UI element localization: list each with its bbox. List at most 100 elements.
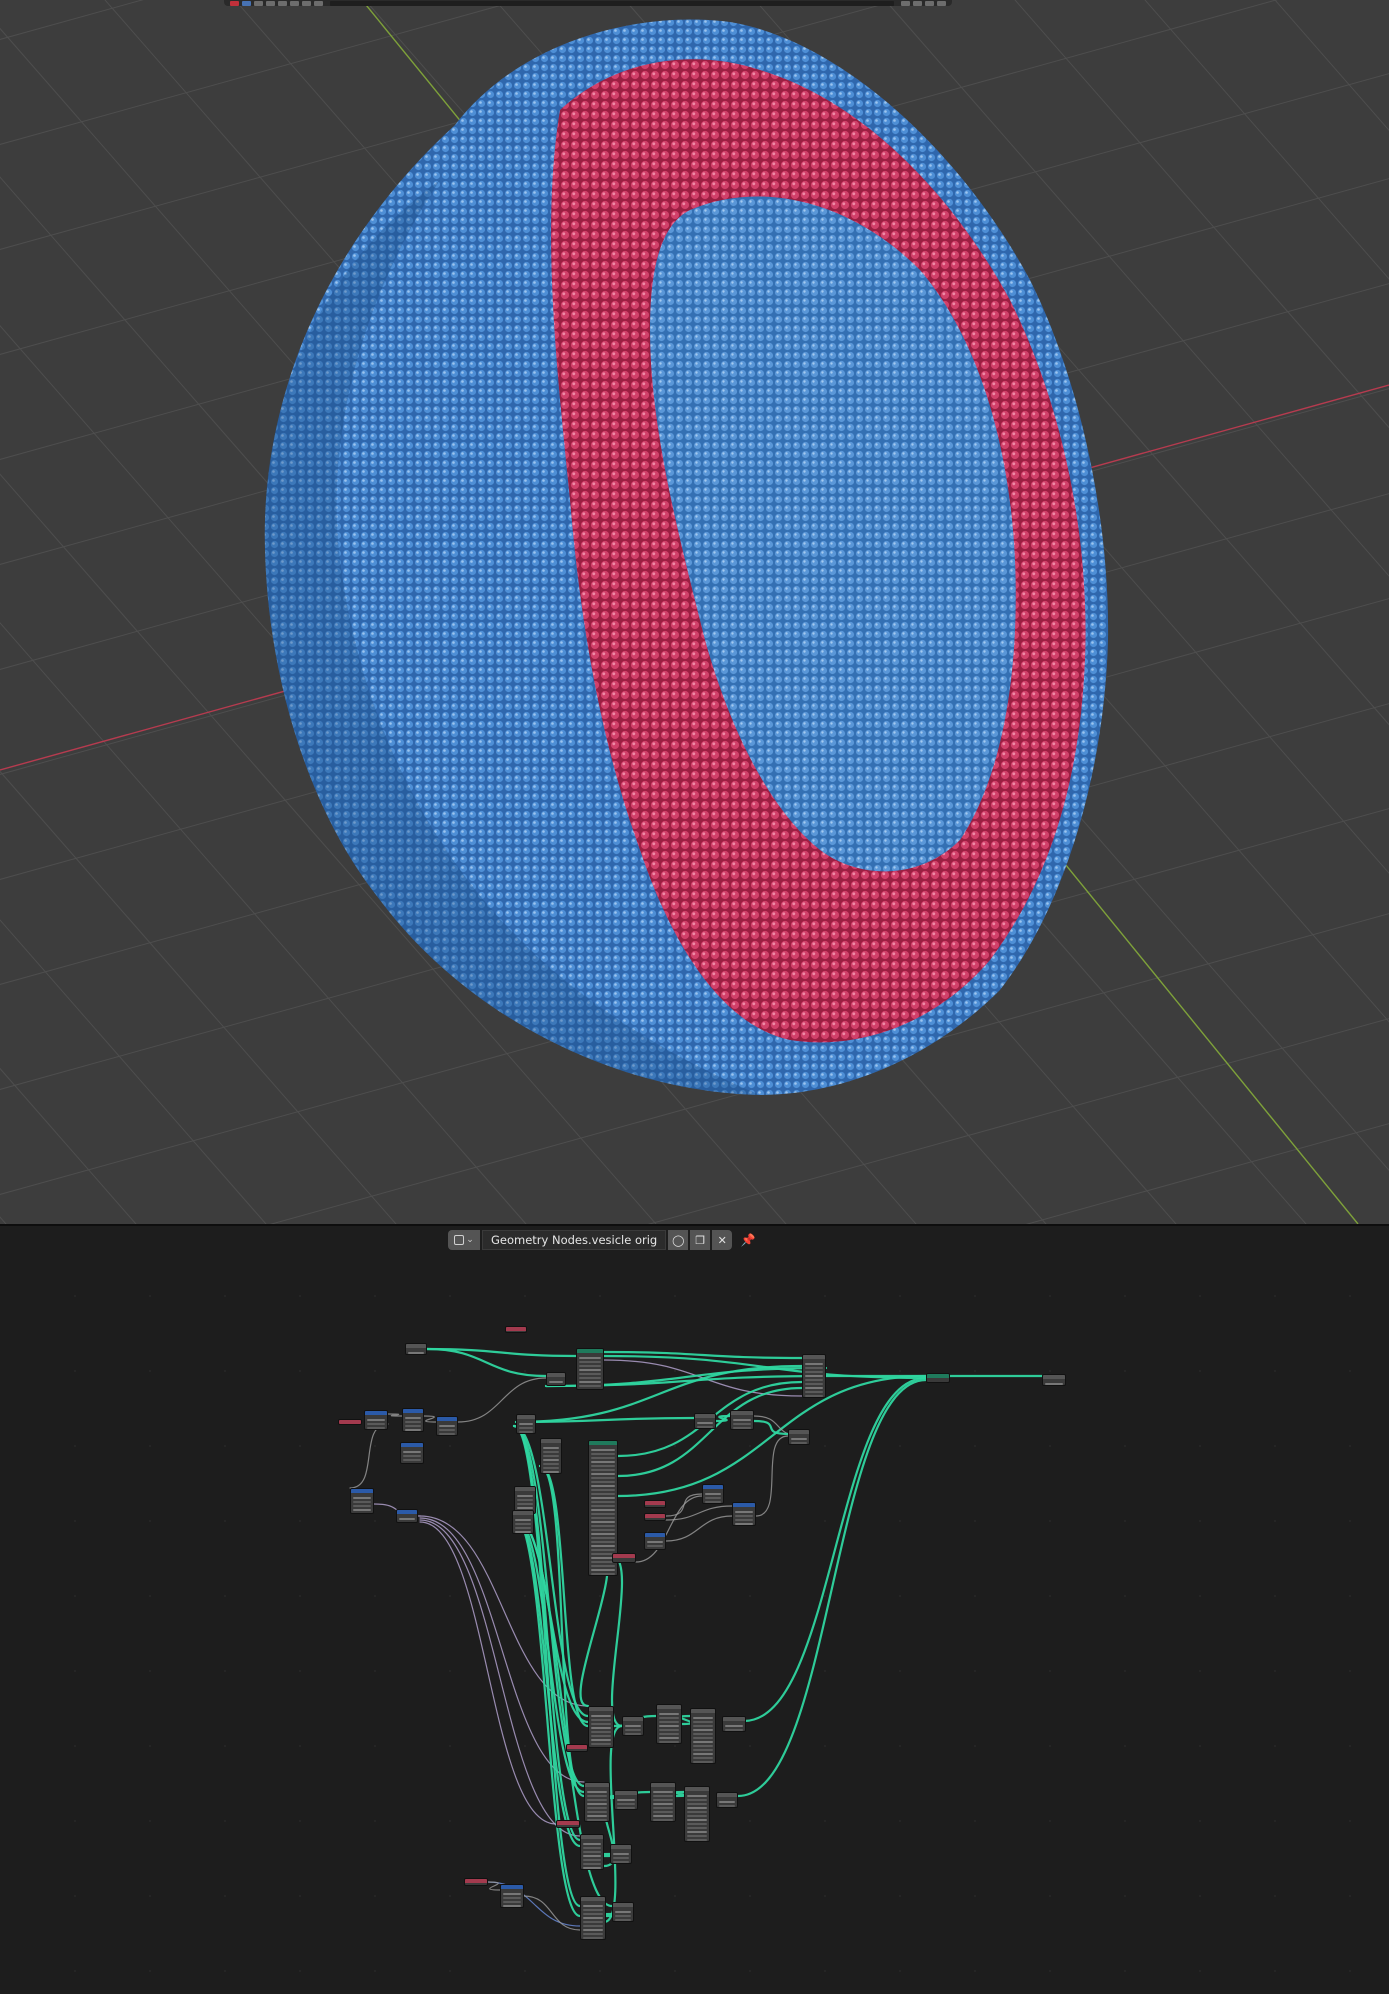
node-socket-row xyxy=(735,1515,753,1517)
node[interactable] xyxy=(436,1416,458,1436)
node-socket-row xyxy=(515,1531,531,1533)
fake-user-button[interactable]: ◯ xyxy=(668,1230,689,1250)
node[interactable] xyxy=(690,1708,716,1764)
node[interactable] xyxy=(732,1502,756,1526)
node[interactable] xyxy=(656,1704,682,1744)
node[interactable] xyxy=(716,1792,738,1808)
node[interactable] xyxy=(338,1419,362,1425)
node-socket-row xyxy=(403,1459,421,1461)
node[interactable] xyxy=(588,1706,614,1748)
node-socket-row xyxy=(583,1859,601,1861)
header-button[interactable] xyxy=(314,0,323,6)
node-socket-row xyxy=(583,1913,603,1915)
node-socket-row xyxy=(579,1389,601,1390)
node-sockets xyxy=(645,1518,665,1520)
node[interactable] xyxy=(505,1326,527,1333)
header-button[interactable] xyxy=(925,0,934,6)
node[interactable] xyxy=(730,1410,754,1430)
header-button[interactable] xyxy=(913,0,922,6)
header-button[interactable] xyxy=(266,0,275,6)
viewport-header xyxy=(224,0,952,6)
node-socket-row xyxy=(353,1501,371,1503)
pin-icon: 📌 xyxy=(740,1233,756,1247)
node-socket-row xyxy=(517,1499,533,1501)
node-socket-row xyxy=(591,1565,615,1567)
header-button[interactable] xyxy=(290,0,299,6)
pin-button[interactable]: 📌 xyxy=(738,1230,758,1250)
node[interactable] xyxy=(464,1878,488,1886)
node[interactable] xyxy=(580,1896,606,1940)
node[interactable] xyxy=(584,1782,610,1822)
node-socket-row xyxy=(591,1731,611,1733)
node[interactable] xyxy=(694,1413,716,1429)
node[interactable] xyxy=(556,1820,580,1828)
node-editor-canvas[interactable] xyxy=(0,1226,1389,1994)
node-socket-row xyxy=(693,1717,713,1719)
node[interactable] xyxy=(610,1844,632,1864)
node[interactable] xyxy=(350,1488,374,1514)
node-socket-row xyxy=(591,1747,611,1748)
node[interactable] xyxy=(546,1372,566,1386)
node[interactable] xyxy=(612,1553,636,1563)
node[interactable] xyxy=(1042,1374,1066,1386)
node-socket-row xyxy=(408,1352,424,1354)
node[interactable] xyxy=(644,1500,666,1508)
node[interactable] xyxy=(702,1484,724,1504)
node[interactable] xyxy=(926,1373,950,1383)
node[interactable] xyxy=(516,1414,536,1434)
header-button[interactable] xyxy=(254,0,263,6)
node-socket-row xyxy=(653,1803,673,1805)
node-socket-row xyxy=(583,1921,603,1923)
node-sockets xyxy=(615,1795,637,1809)
node-group-name-field[interactable]: Geometry Nodes.vesicle orig xyxy=(482,1230,667,1250)
node-socket-row xyxy=(591,1541,615,1543)
node[interactable] xyxy=(402,1408,424,1432)
node[interactable] xyxy=(722,1716,746,1732)
node[interactable] xyxy=(788,1429,810,1445)
node-sockets xyxy=(567,1749,587,1751)
node-socket-row xyxy=(519,1423,533,1425)
node-sockets xyxy=(651,1787,675,1821)
node[interactable] xyxy=(396,1509,418,1523)
node[interactable] xyxy=(364,1410,388,1430)
node[interactable] xyxy=(802,1354,826,1398)
node[interactable] xyxy=(644,1532,666,1550)
node[interactable] xyxy=(512,1510,534,1534)
node[interactable] xyxy=(684,1786,710,1842)
header-button[interactable] xyxy=(901,0,910,6)
node[interactable] xyxy=(612,1902,634,1922)
node[interactable] xyxy=(650,1782,676,1822)
3d-viewport[interactable] xyxy=(0,0,1389,1224)
node-socket-row xyxy=(625,1733,641,1735)
editor-type-selector[interactable]: ⌄ xyxy=(448,1230,480,1250)
header-button[interactable] xyxy=(278,0,287,6)
node[interactable] xyxy=(400,1442,424,1464)
node-socket-row xyxy=(1045,1383,1063,1385)
node[interactable] xyxy=(500,1884,524,1908)
node-link xyxy=(665,1505,733,1521)
node-socket-row xyxy=(653,1811,673,1813)
node[interactable] xyxy=(580,1834,604,1870)
node-socket-row xyxy=(653,1791,673,1793)
header-button[interactable] xyxy=(937,0,946,6)
node[interactable] xyxy=(622,1716,644,1736)
header-button[interactable] xyxy=(230,0,239,6)
node-socket-row xyxy=(587,1811,607,1813)
node-socket-row xyxy=(687,1795,707,1797)
node-socket-row xyxy=(805,1367,823,1369)
node[interactable] xyxy=(540,1438,562,1474)
header-button[interactable] xyxy=(302,0,311,6)
node-socket-row xyxy=(583,1905,603,1907)
duplicate-button[interactable]: ❐ xyxy=(690,1230,711,1250)
node[interactable] xyxy=(566,1744,588,1752)
viewport-canvas[interactable] xyxy=(0,0,1389,1224)
header-button[interactable] xyxy=(242,0,251,6)
node[interactable] xyxy=(405,1343,427,1355)
geometry-node-editor[interactable] xyxy=(0,1226,1389,1994)
unlink-button[interactable]: ✕ xyxy=(712,1230,733,1250)
node[interactable] xyxy=(614,1790,638,1810)
node-socket-row xyxy=(405,1417,421,1419)
viewport-header-field[interactable] xyxy=(330,0,894,6)
node[interactable] xyxy=(644,1513,666,1521)
node[interactable] xyxy=(576,1348,604,1390)
